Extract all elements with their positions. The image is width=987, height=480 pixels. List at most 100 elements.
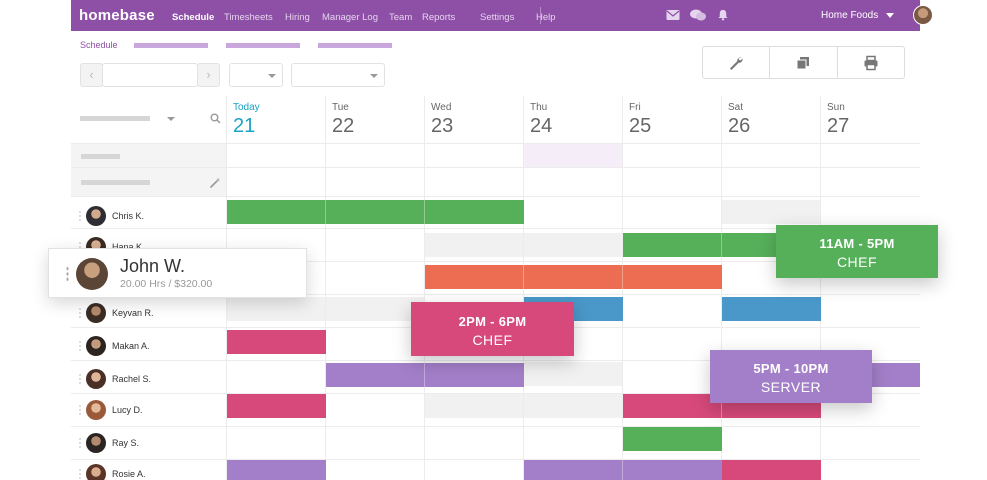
filter-select[interactable] [291,63,385,87]
nav-schedule[interactable]: Schedule [172,12,214,23]
shift-block[interactable] [524,460,722,480]
employee-row[interactable]: Chris K. [71,200,226,232]
shift-block[interactable] [722,460,821,480]
empty-shift-slot[interactable] [524,233,623,257]
drag-handle-icon[interactable] [79,437,81,449]
employee-row[interactable]: Rachel S. [71,363,226,395]
day-header-sun[interactable]: Sun 27 [821,96,920,143]
avatar [86,336,106,356]
day-header-mon[interactable]: Today 21 [227,96,326,143]
employee-row[interactable]: Makan A. [71,330,226,362]
day-header-wed[interactable]: Wed 23 [425,96,524,143]
day-name: Thu [530,102,548,113]
employee-row[interactable]: Keyvan R. [71,297,226,329]
empty-shift-slot[interactable] [425,394,524,418]
shift-divider [523,265,524,289]
empty-shift-slot[interactable] [227,297,326,321]
employee-name: Ray S. [112,438,140,448]
copy-button[interactable] [770,47,838,78]
nav-manager-log[interactable]: Manager Log [322,12,378,23]
shift-block[interactable] [227,394,326,418]
logo[interactable]: homebase [79,7,155,24]
tools-button[interactable] [703,47,771,78]
chevron-down-icon[interactable] [167,117,175,121]
shift-card[interactable]: 5PM - 10PM SERVER [710,350,872,403]
grid-line [325,96,326,480]
day-header-fri[interactable]: Fri 25 [623,96,722,143]
employee-name: Lucy D. [112,405,143,415]
magic-wand-icon[interactable] [209,177,221,189]
empty-shift-slot[interactable] [524,362,623,386]
chevron-down-icon[interactable] [886,13,894,18]
user-avatar[interactable] [913,5,933,25]
grid-line [820,96,821,480]
shift-card[interactable]: 2PM - 6PM CHEF [411,302,574,356]
chevron-down-icon[interactable] [971,13,979,18]
location-selector[interactable]: Home Foods [821,10,878,21]
date-range-field[interactable] [102,63,198,87]
subnav-tab[interactable] [318,43,392,48]
subnav-tab[interactable] [134,43,208,48]
shift-card[interactable]: 11AM - 5PM CHEF [776,225,938,278]
nav-settings[interactable]: Settings [480,12,514,23]
next-week-button[interactable]: › [197,63,220,87]
grid-line [71,196,920,197]
empty-shift-slot[interactable] [722,200,821,224]
employee-sort-placeholder[interactable] [80,116,150,121]
nav-hiring[interactable]: Hiring [285,12,310,23]
drag-handle-icon[interactable] [79,373,81,385]
shift-block[interactable] [326,363,524,387]
drag-handle-icon[interactable] [79,210,81,222]
shift-block[interactable] [425,265,722,289]
chat-icon[interactable] [690,9,706,21]
shift-role: CHEF [472,332,513,348]
employee-row[interactable]: Rosie A. [71,458,226,480]
summary-cell-thu [524,143,623,167]
day-header-sat[interactable]: Sat 26 [722,96,821,143]
breadcrumb[interactable]: Schedule [80,40,118,50]
mail-icon[interactable] [666,9,680,21]
shift-block[interactable] [227,460,326,480]
avatar [86,464,106,480]
grid-line [71,143,920,144]
subnav-tab[interactable] [226,43,300,48]
avatar [86,206,106,226]
nav-help[interactable]: Help [536,12,556,23]
day-header-tue[interactable]: Tue 22 [326,96,425,143]
employee-row[interactable]: Lucy D. [71,394,226,426]
employee-row[interactable]: Ray S. [71,427,226,459]
drag-handle-icon[interactable] [79,404,81,416]
view-select[interactable] [229,63,283,87]
drag-handle-icon[interactable] [79,340,81,352]
prev-week-button[interactable]: ‹ [80,63,103,87]
empty-shift-slot[interactable] [524,394,623,418]
day-name: Tue [332,102,349,113]
day-number: 21 [233,115,256,137]
day-number: 26 [728,115,751,137]
dragging-employee-card[interactable]: John W. 20.00 Hrs / $320.00 [48,248,307,298]
search-icon[interactable] [210,113,221,124]
drag-handle-icon[interactable] [79,307,81,319]
nav-timesheets[interactable]: Timesheets [224,12,273,23]
nav-team[interactable]: Team [389,12,412,23]
employee-name: Makan A. [112,341,150,351]
wrench-icon [730,56,743,70]
drag-handle-icon[interactable] [66,266,69,282]
user-menu[interactable]: Kelli [939,10,958,21]
day-number: 24 [530,115,553,137]
summary-label [81,180,150,185]
nav-reports[interactable]: Reports [422,12,455,23]
employee-name: Rosie A. [112,469,146,479]
drag-handle-icon[interactable] [79,468,81,480]
shift-block[interactable] [227,200,524,224]
day-header-thu[interactable]: Thu 24 [524,96,623,143]
shift-block[interactable] [623,427,722,451]
shift-block[interactable] [227,330,326,354]
print-button[interactable] [838,47,904,78]
shift-block[interactable] [722,297,821,321]
day-number: 25 [629,115,652,137]
grid-line [71,167,920,168]
empty-shift-slot[interactable] [425,233,524,257]
bell-icon[interactable] [716,9,730,21]
copy-icon [796,56,810,69]
